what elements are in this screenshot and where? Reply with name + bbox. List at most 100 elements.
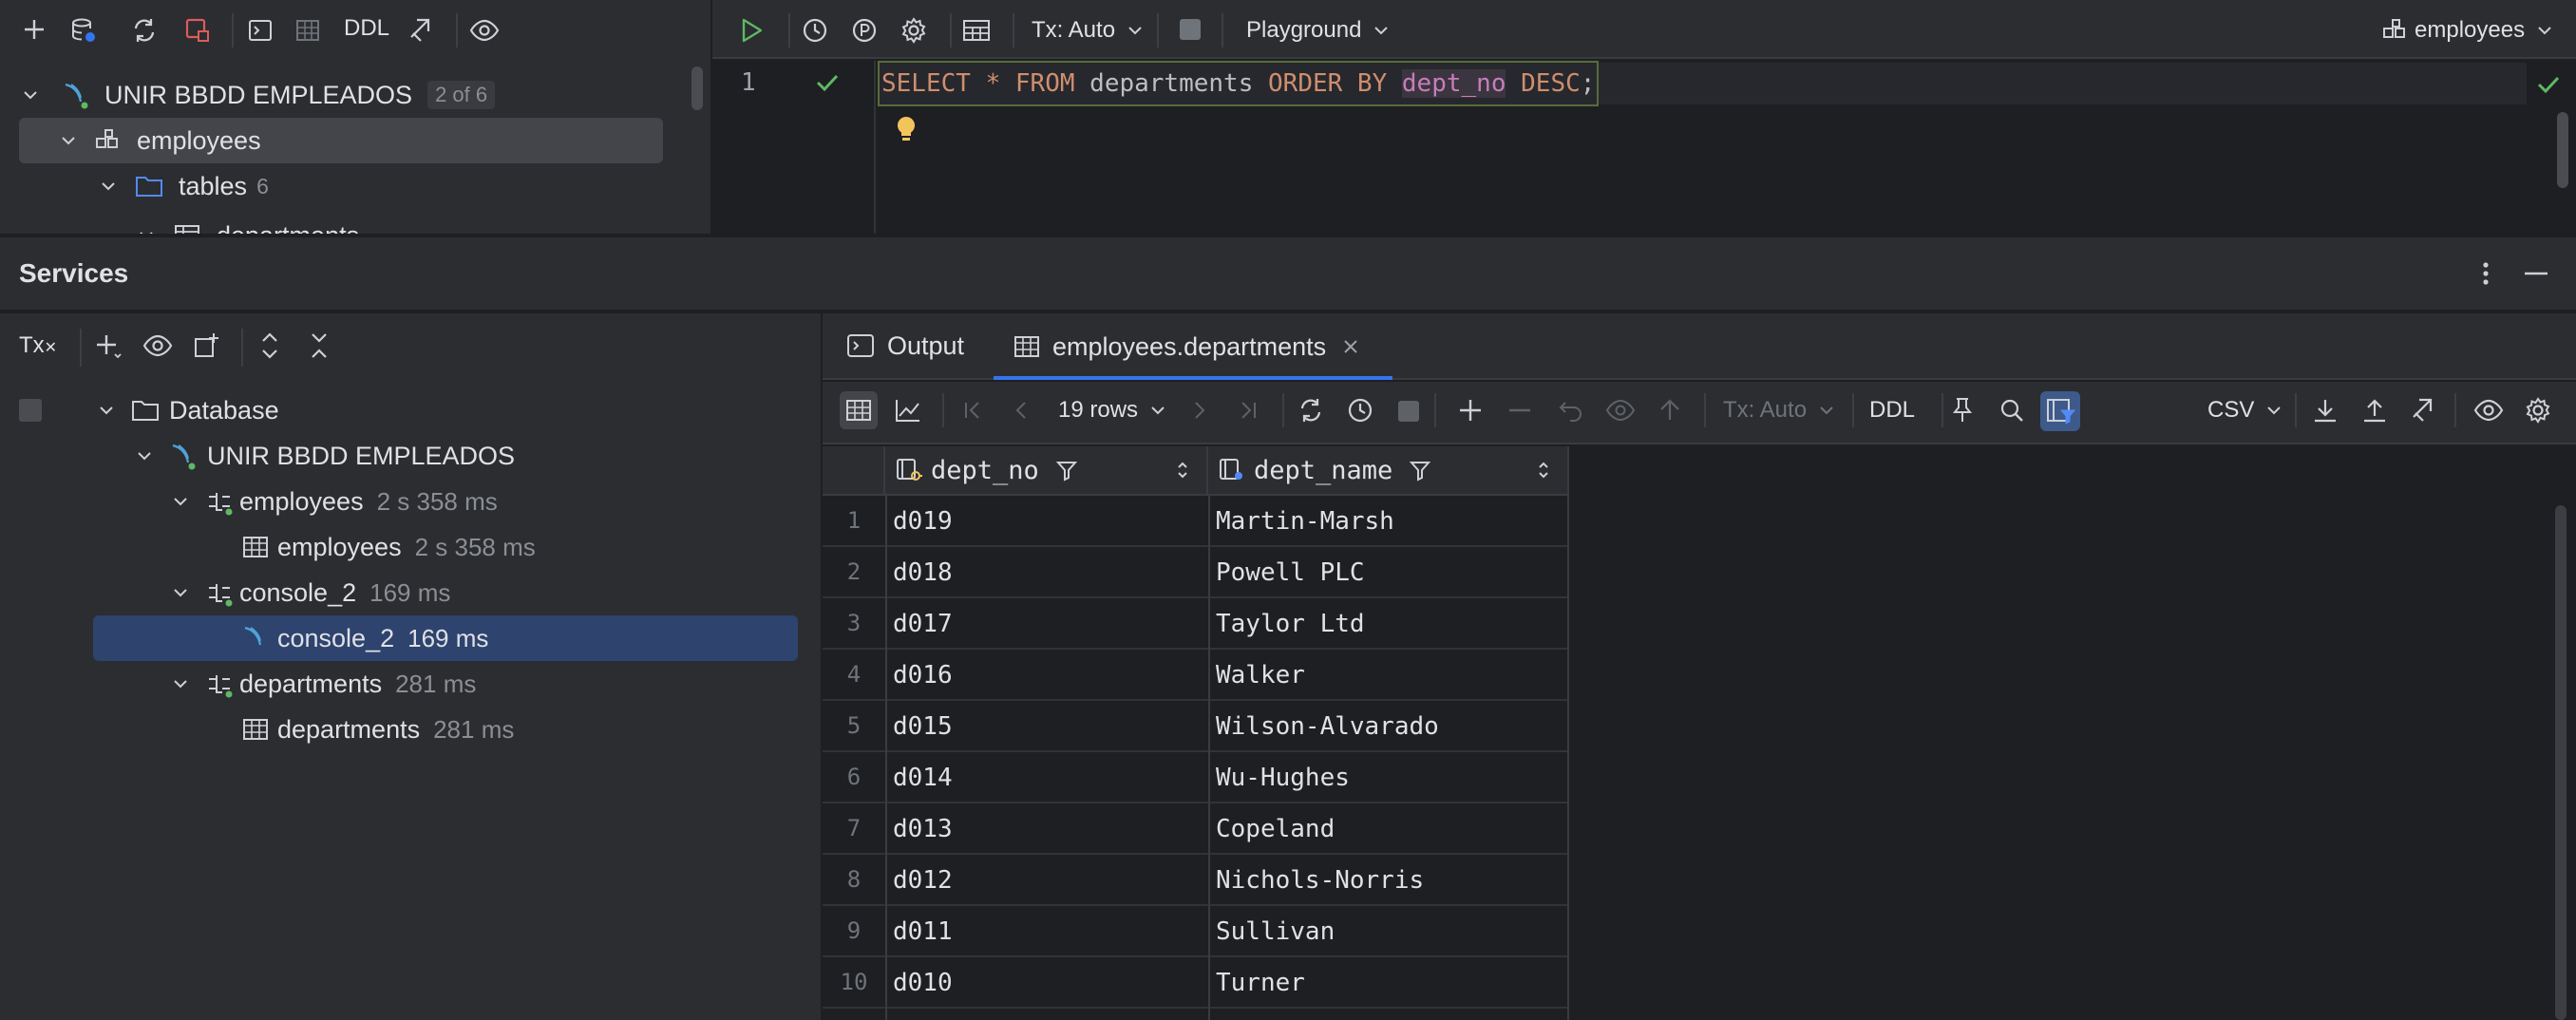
cell-dept-name[interactable]: Wilson-Alvarado bbox=[1216, 712, 1439, 741]
new-group-icon[interactable] bbox=[190, 329, 224, 363]
chart-view-icon[interactable] bbox=[891, 393, 925, 427]
service-session-row[interactable]: console_2 169 ms bbox=[169, 570, 450, 615]
stop-icon[interactable] bbox=[1398, 401, 1419, 422]
collapse-all-icon[interactable] bbox=[302, 329, 336, 363]
grid-scrollbar[interactable] bbox=[2555, 505, 2567, 1020]
cell-dept-name[interactable]: Taylor Ltd bbox=[1216, 610, 1365, 638]
cell-dept-name[interactable]: Nichols-Norris bbox=[1216, 866, 1424, 895]
download-icon[interactable] bbox=[2308, 393, 2342, 427]
tab-output[interactable]: Output bbox=[845, 329, 964, 363]
cell-dept-no[interactable]: d010 bbox=[893, 969, 953, 997]
tree-connection-row[interactable]: UNIR BBDD EMPLEADOS 2 of 6 bbox=[19, 72, 496, 118]
eye-icon[interactable] bbox=[141, 329, 175, 363]
cell-dept-no[interactable]: d016 bbox=[893, 661, 953, 689]
cell-dept-no[interactable]: d011 bbox=[893, 917, 953, 946]
stop-icon[interactable] bbox=[19, 399, 42, 422]
rows-count-dropdown[interactable]: 19 rows bbox=[1058, 393, 1168, 427]
chevron-down-icon[interactable] bbox=[57, 129, 80, 152]
compare-icon[interactable] bbox=[2407, 393, 2441, 427]
lightbulb-icon[interactable] bbox=[891, 112, 921, 146]
cell-dept-no[interactable]: d013 bbox=[893, 815, 953, 843]
tree-tables-row[interactable]: tables 6 bbox=[19, 163, 269, 209]
add-icon[interactable] bbox=[17, 13, 51, 47]
last-page-icon[interactable] bbox=[1231, 393, 1265, 427]
cell-dept-no[interactable]: d017 bbox=[893, 610, 953, 638]
service-connection-row[interactable]: UNIR BBDD EMPLEADOS bbox=[133, 433, 515, 479]
tx-mode-dropdown[interactable]: Tx: Auto bbox=[1032, 13, 1146, 47]
column-header-dept-no[interactable]: dept_no bbox=[885, 446, 1208, 496]
submit-icon[interactable] bbox=[1653, 393, 1687, 427]
cell-dept-no[interactable]: d019 bbox=[893, 507, 953, 536]
service-child-row[interactable]: employees 2 s 358 ms bbox=[239, 524, 536, 570]
playground-dropdown[interactable]: Playground bbox=[1246, 13, 1392, 47]
chevron-down-icon[interactable] bbox=[97, 175, 120, 198]
previous-page-icon[interactable] bbox=[1005, 393, 1039, 427]
eye-icon[interactable] bbox=[467, 13, 502, 47]
cell-dept-name[interactable]: Powell PLC bbox=[1216, 558, 1365, 587]
cell-dept-no[interactable]: d018 bbox=[893, 558, 953, 587]
cell-dept-name[interactable]: Copeland bbox=[1216, 815, 1335, 843]
eye-icon[interactable] bbox=[2470, 393, 2508, 427]
chevron-down-icon[interactable] bbox=[19, 84, 42, 106]
grid-settings-icon[interactable] bbox=[2521, 393, 2555, 427]
inspection-ok-icon[interactable] bbox=[2534, 70, 2563, 99]
upload-icon[interactable] bbox=[2358, 393, 2392, 427]
data-source-properties-icon[interactable] bbox=[66, 13, 101, 47]
sql-query-line[interactable]: SELECT * FROM departments ORDER BY dept_… bbox=[877, 61, 1600, 106]
settings-icon[interactable] bbox=[897, 13, 931, 47]
ddl-button[interactable]: DDL bbox=[344, 15, 389, 42]
delete-row-icon[interactable] bbox=[1503, 393, 1537, 427]
service-child-row-selected[interactable]: console_2 169 ms bbox=[93, 615, 798, 661]
stop-icon[interactable] bbox=[1180, 19, 1201, 40]
chevron-down-icon[interactable] bbox=[95, 399, 118, 422]
minimize-icon[interactable] bbox=[2519, 256, 2553, 291]
tree-schema-row[interactable]: employees bbox=[19, 118, 663, 163]
filter-icon[interactable] bbox=[1052, 456, 1081, 484]
more-options-icon[interactable] bbox=[2472, 256, 2500, 291]
sort-icon[interactable] bbox=[1172, 456, 1193, 484]
table-editor-icon[interactable] bbox=[291, 13, 325, 47]
next-page-icon[interactable] bbox=[1182, 393, 1216, 427]
results-layout-icon[interactable] bbox=[957, 13, 995, 47]
cell-dept-name[interactable]: Martin-Marsh bbox=[1216, 507, 1394, 536]
chevron-down-icon[interactable] bbox=[169, 581, 192, 604]
reload-icon[interactable] bbox=[1294, 393, 1328, 427]
grid-ddl-button[interactable]: DDL bbox=[1869, 397, 1915, 424]
close-icon[interactable] bbox=[1339, 335, 1362, 358]
cell-dept-no[interactable]: d015 bbox=[893, 712, 953, 741]
schema-selector[interactable]: employees bbox=[2380, 13, 2555, 47]
expand-all-icon[interactable] bbox=[253, 329, 287, 363]
execute-icon[interactable] bbox=[735, 13, 769, 47]
add-service-icon[interactable] bbox=[91, 329, 125, 363]
preview-changes-icon[interactable] bbox=[1603, 393, 1638, 427]
chevron-down-icon[interactable] bbox=[169, 490, 192, 513]
add-row-icon[interactable] bbox=[1453, 393, 1487, 427]
refresh-icon[interactable] bbox=[127, 13, 161, 47]
compare-icon[interactable] bbox=[405, 13, 439, 47]
cell-dept-name[interactable]: Wu-Hughes bbox=[1216, 764, 1350, 792]
tree-table-row[interactable]: departments bbox=[19, 213, 359, 234]
chevron-down-icon[interactable] bbox=[133, 444, 156, 467]
jump-to-console-icon[interactable] bbox=[243, 13, 277, 47]
search-icon[interactable] bbox=[1993, 393, 2031, 427]
filter-icon[interactable] bbox=[1406, 456, 1434, 484]
parameters-icon[interactable] bbox=[847, 13, 881, 47]
cell-dept-name[interactable]: Walker bbox=[1216, 661, 1305, 689]
cell-dept-name[interactable]: Turner bbox=[1216, 969, 1305, 997]
column-header-dept-name[interactable]: dept_name bbox=[1208, 446, 1569, 496]
first-page-icon[interactable] bbox=[956, 393, 990, 427]
service-session-row[interactable]: departments 281 ms bbox=[169, 661, 476, 707]
explorer-scrollbar[interactable] bbox=[691, 66, 703, 110]
cell-dept-name[interactable]: Sullivan bbox=[1216, 917, 1335, 946]
connection-badge[interactable]: 2 of 6 bbox=[427, 81, 496, 109]
service-session-row[interactable]: employees 2 s 358 ms bbox=[169, 479, 498, 524]
export-format-dropdown[interactable]: CSV bbox=[2207, 393, 2284, 427]
pin-icon[interactable] bbox=[1943, 393, 1981, 427]
disconnect-icon[interactable] bbox=[180, 13, 215, 47]
table-view-toggle[interactable] bbox=[840, 391, 878, 429]
grid-tx-mode-dropdown[interactable]: Tx: Auto bbox=[1723, 393, 1837, 427]
query-history-icon[interactable] bbox=[1343, 393, 1377, 427]
revert-icon[interactable] bbox=[1554, 393, 1588, 427]
sort-icon[interactable] bbox=[1533, 456, 1554, 484]
cell-dept-no[interactable]: d014 bbox=[893, 764, 953, 792]
